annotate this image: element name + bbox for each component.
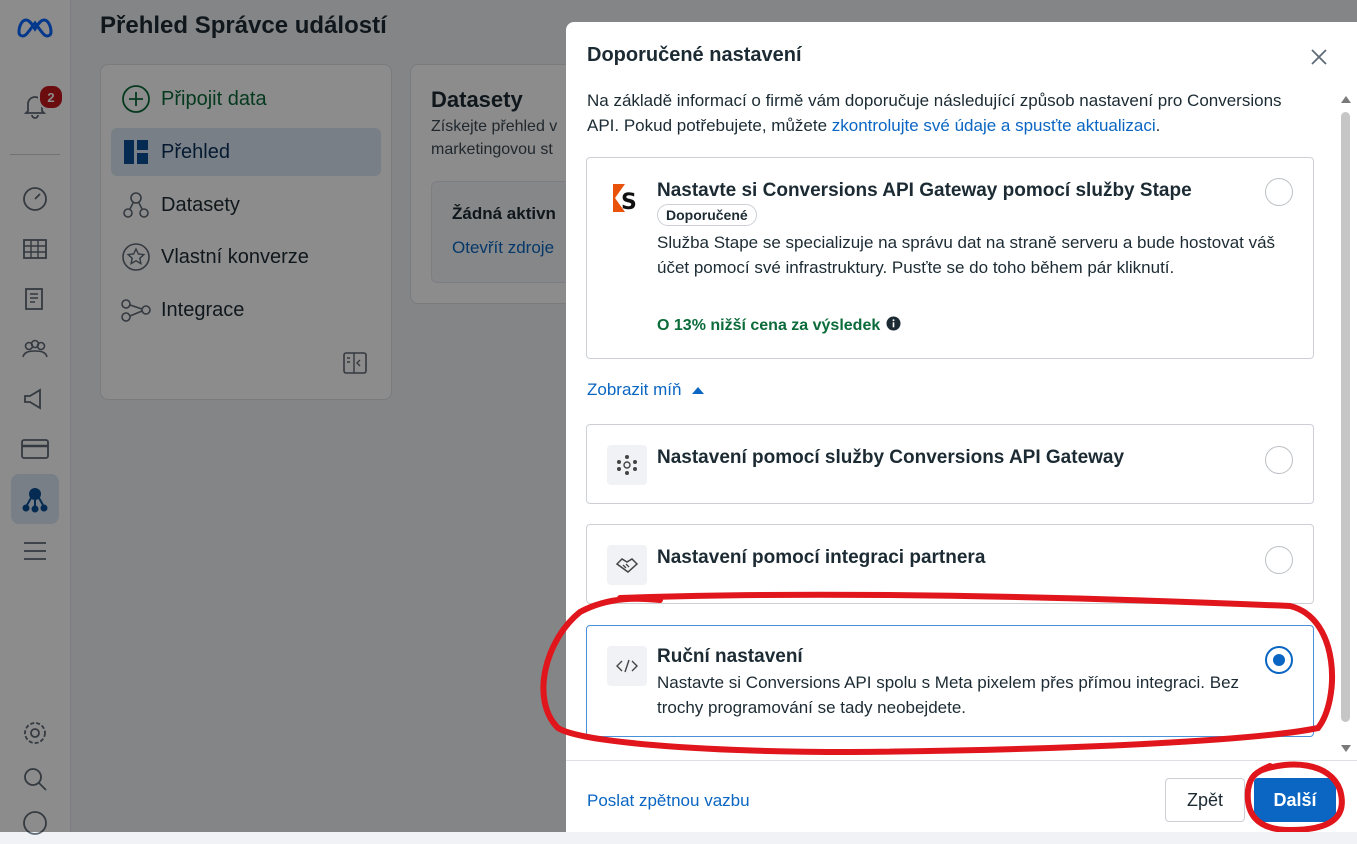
dialog-footer: Poslat zpětnou vazbu Zpět Další <box>566 760 1357 832</box>
info-icon[interactable] <box>886 316 901 336</box>
recommended-setup-dialog: Doporučené nastavení Na základě informac… <box>566 22 1357 832</box>
option-stape-gateway[interactable]: S Nastavte si Conversions API Gateway po… <box>586 157 1314 359</box>
stape-logo-icon: S <box>611 182 639 219</box>
option-radio[interactable] <box>1265 546 1293 574</box>
dialog-scrollbar[interactable] <box>1340 94 1352 754</box>
gateway-hub-icon <box>607 445 647 485</box>
option-title: Nastavení pomocí integraci partnera <box>657 547 986 568</box>
option-radio[interactable] <box>1265 446 1293 474</box>
send-feedback-link[interactable]: Poslat zpětnou vazbu <box>587 791 750 811</box>
code-icon <box>607 646 647 686</box>
option-conversions-api-gateway[interactable]: Nastavení pomocí služby Conversions API … <box>586 424 1314 504</box>
recommended-badge: Doporučené <box>657 204 757 226</box>
savings-text: O 13% nižší cena za výsledek <box>657 317 881 334</box>
option-description: Nastavte si Conversions API spolu s Meta… <box>657 673 1240 717</box>
option-manual-setup[interactable]: Ruční nastavení Nastavte si Conversions … <box>586 625 1314 737</box>
close-button[interactable] <box>1304 42 1334 72</box>
back-button[interactable]: Zpět <box>1165 778 1245 822</box>
close-icon <box>1311 49 1327 65</box>
scroll-up-icon[interactable] <box>1340 94 1352 104</box>
option-partner-integration[interactable]: Nastavení pomocí integraci partnera <box>586 524 1314 604</box>
svg-text:S: S <box>621 190 637 214</box>
option-radio[interactable] <box>1265 178 1293 206</box>
show-less-toggle[interactable]: Zobrazit míň <box>587 380 705 400</box>
toggle-label: Zobrazit míň <box>587 380 682 399</box>
scroll-down-icon[interactable] <box>1340 744 1352 754</box>
handshake-icon <box>607 545 647 585</box>
chevron-up-icon <box>692 387 705 394</box>
option-title: Ruční nastavení <box>657 646 803 667</box>
scrollbar-thumb[interactable] <box>1341 112 1350 722</box>
option-title: Nastavte si Conversions API Gateway pomo… <box>657 180 1192 201</box>
savings-note: O 13% nižší cena za výsledek <box>657 316 901 336</box>
review-details-link[interactable]: zkontrolujte své údaje a spusťte aktuali… <box>832 116 1156 135</box>
intro-text: Na základě informací o firmě vám doporuč… <box>587 88 1317 138</box>
option-radio-selected[interactable] <box>1265 646 1293 674</box>
next-button[interactable]: Další <box>1254 778 1336 822</box>
option-description: Služba Stape se specializuje na správu d… <box>657 233 1276 277</box>
option-title: Nastavení pomocí služby Conversions API … <box>657 447 1125 468</box>
intro-end: . <box>1155 116 1161 135</box>
dialog-title: Doporučené nastavení <box>587 44 802 66</box>
